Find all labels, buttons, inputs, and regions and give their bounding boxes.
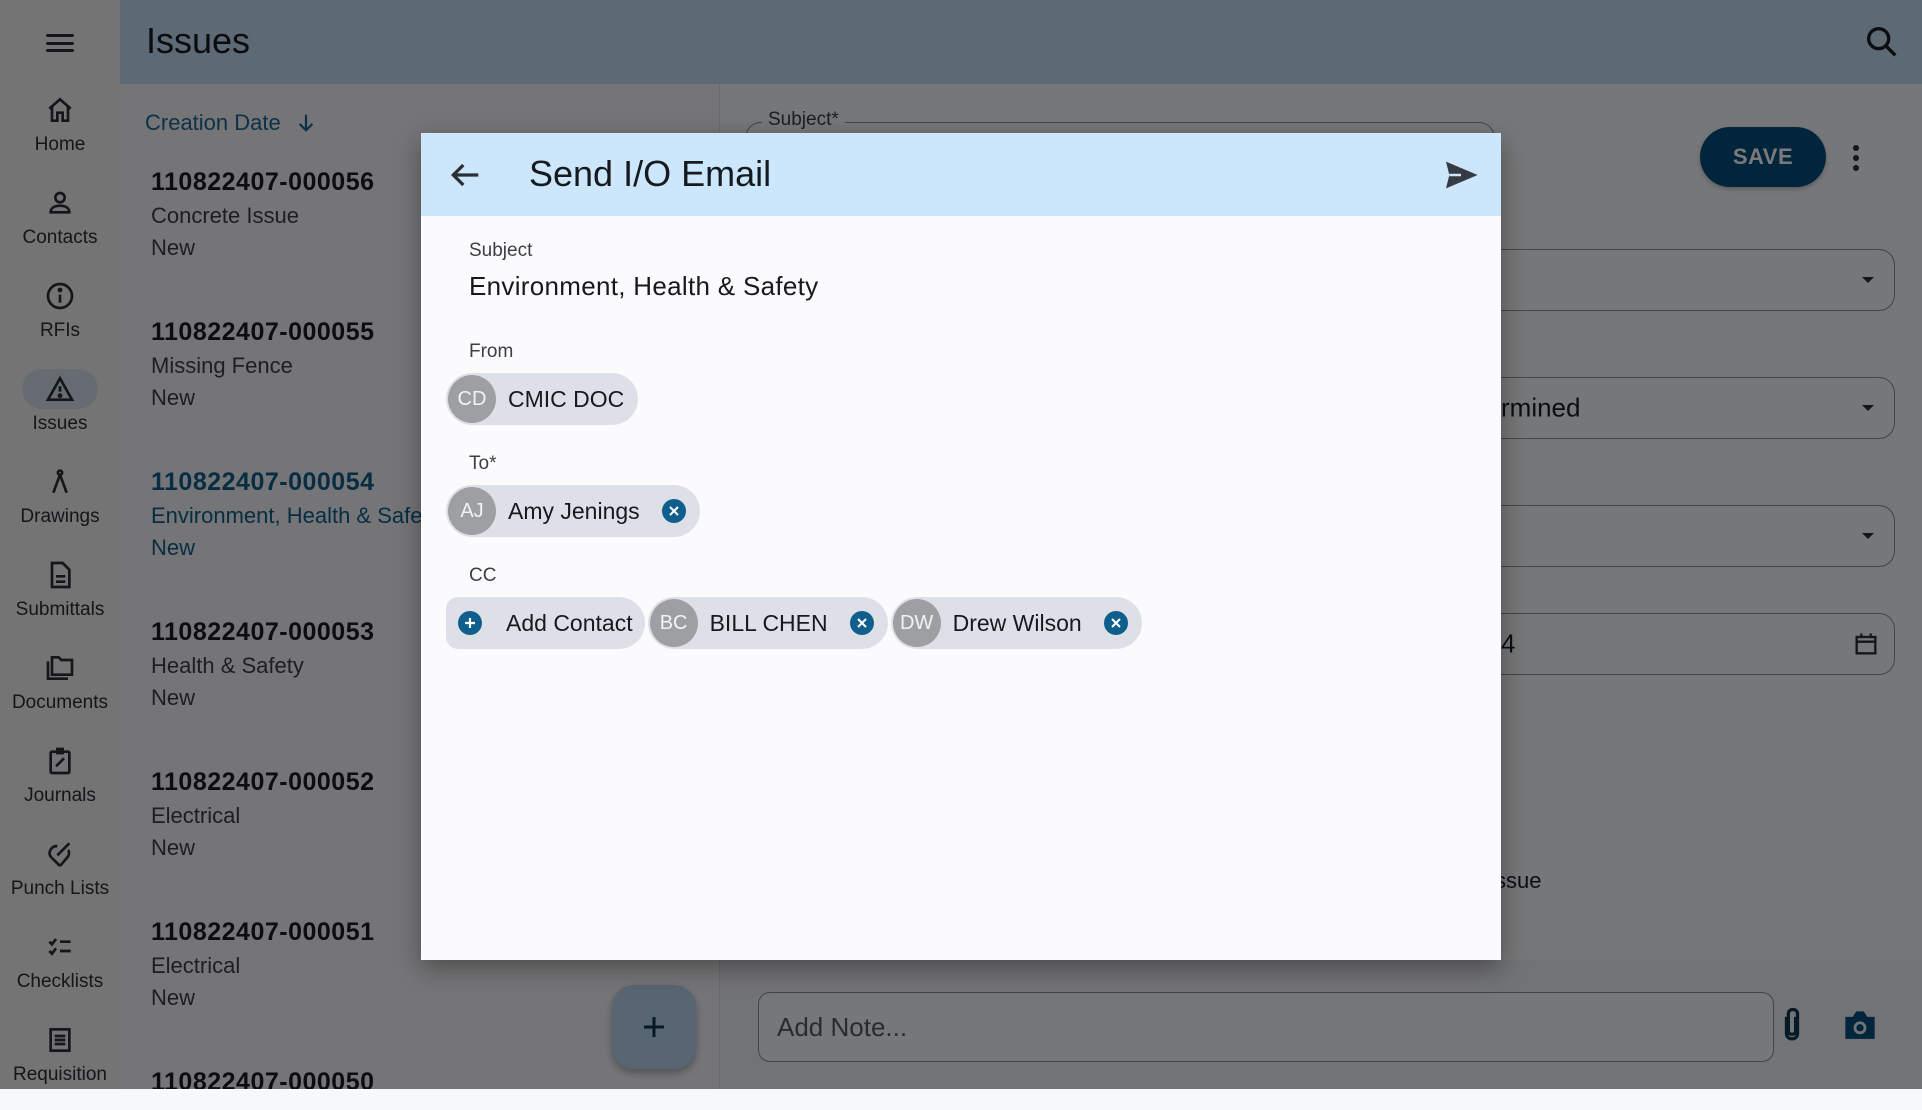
- from-chips: CD CMIC DOC: [446, 373, 638, 425]
- back-button[interactable]: [445, 155, 485, 195]
- avatar: BC: [650, 599, 698, 647]
- send-icon: [1441, 155, 1481, 195]
- contact-chip: CD CMIC DOC: [446, 373, 638, 425]
- contact-chip: AJ Amy Jenings: [446, 485, 700, 537]
- contact-chip: DW Drew Wilson: [891, 597, 1142, 649]
- subject-label: Subject: [469, 240, 532, 262]
- from-label: From: [469, 341, 513, 363]
- send-email-dialog: Send I/O Email Subject Environment, Heal…: [421, 133, 1501, 960]
- subject-value: Environment, Health & Safety: [469, 271, 818, 302]
- avatar: CD: [448, 375, 496, 423]
- arrow-back-icon: [445, 155, 485, 195]
- contact-name: Drew Wilson: [953, 610, 1082, 637]
- dialog-title: Send I/O Email: [529, 153, 771, 195]
- remove-contact-button[interactable]: [850, 611, 874, 635]
- remove-contact-button[interactable]: [662, 499, 686, 523]
- dialog-header: Send I/O Email: [421, 133, 1501, 216]
- cc-label: CC: [469, 565, 496, 587]
- avatar: AJ: [448, 487, 496, 535]
- avatar: DW: [893, 599, 941, 647]
- send-button[interactable]: [1441, 155, 1481, 195]
- contact-name: CMIC DOC: [508, 386, 624, 413]
- close-icon: [668, 505, 680, 517]
- add-circle-icon: [458, 611, 482, 635]
- add-contact-label: Add Contact: [506, 610, 633, 637]
- app-root: Home Contacts RFIs Issues Drawings: [0, 0, 1922, 1089]
- contact-name: BILL CHEN: [710, 610, 828, 637]
- close-icon: [1110, 617, 1122, 629]
- add-contact-button[interactable]: Add Contact: [446, 597, 645, 649]
- contact-name: Amy Jenings: [508, 498, 640, 525]
- close-icon: [856, 617, 868, 629]
- remove-contact-button[interactable]: [1104, 611, 1128, 635]
- contact-chip: BC BILL CHEN: [648, 597, 888, 649]
- to-label: To*: [469, 453, 496, 475]
- cc-chips: Add Contact BC BILL CHEN DW Drew Wilson: [446, 597, 1142, 649]
- to-chips: AJ Amy Jenings: [446, 485, 700, 537]
